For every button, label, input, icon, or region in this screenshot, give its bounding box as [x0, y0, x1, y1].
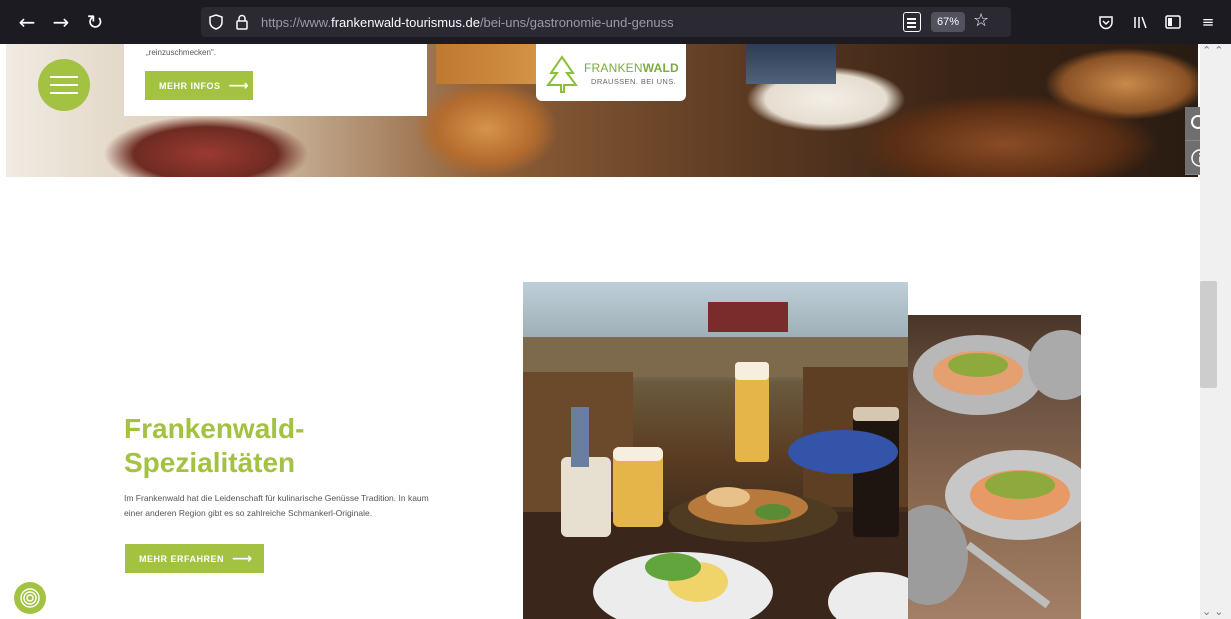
reload-button[interactable]: ↻ — [78, 5, 112, 39]
food-photo-beer-garden — [523, 282, 908, 619]
app-menu-button[interactable]: ≡ — [1193, 7, 1223, 37]
mehr-erfahren-label: MEHR ERFAHREN — [139, 553, 225, 564]
scroll-thumb[interactable] — [1200, 281, 1217, 388]
hamburger-icon — [50, 76, 78, 78]
forward-button[interactable]: → — [44, 5, 78, 39]
arrow-right-icon: ⟶ — [232, 550, 253, 567]
library-button[interactable] — [1125, 7, 1155, 37]
hero-card-text: „reinzuschmecken". — [146, 48, 216, 57]
food-photo-illustration — [908, 330, 1081, 609]
page-scrollbar[interactable]: ⌃⌃ ⌄⌄ — [1200, 44, 1231, 619]
url-domain: frankenwald-tourismus.de — [331, 14, 480, 30]
web-page: „reinzuschmecken". MEHR INFOS ⟶ FRANKENWA… — [0, 44, 1231, 619]
scroll-up-icon[interactable]: ⌃⌃ — [1202, 44, 1230, 57]
shield-icon[interactable] — [205, 11, 227, 33]
sidebar-button[interactable] — [1158, 7, 1188, 37]
section-body: Im Frankenwald hat die Leidenschaft für … — [124, 493, 429, 518]
food-photo-fish-spoons — [908, 315, 1081, 619]
hamburger-icon: ≡ — [1201, 13, 1215, 31]
tree-logo-icon — [546, 55, 578, 93]
arrow-right-icon: ⟶ — [228, 77, 250, 94]
pocket-button[interactable] — [1091, 7, 1121, 37]
arrow-left-icon: ← — [18, 10, 36, 34]
reader-icon[interactable] — [903, 12, 921, 32]
logo-name-light: FRANKEN — [584, 61, 643, 75]
reload-icon: ↻ — [86, 10, 104, 34]
logo-tagline: DRAUSSEN. BEI UNS. — [591, 77, 677, 86]
fingerprint-icon — [20, 588, 40, 608]
mehr-erfahren-button[interactable]: MEHR ERFAHREN ⟶ — [125, 544, 264, 573]
privacy-settings-button[interactable] — [14, 582, 46, 614]
url-text[interactable]: https://www.frankenwald-tourismus.de/bei… — [261, 15, 674, 30]
zoom-badge[interactable]: 67% — [931, 12, 966, 32]
sidebar-icon — [1165, 15, 1181, 29]
back-button[interactable]: ← — [10, 5, 44, 39]
lock-icon[interactable] — [231, 11, 253, 33]
food-photo-illustration — [523, 302, 908, 619]
logo-name-bold: WALD — [642, 61, 679, 75]
url-path: /bei-uns/gastronomie-und-genuss — [479, 14, 674, 30]
browser-toolbar: ← → ↻ https://www.frankenwald-tourismus.… — [0, 0, 1231, 44]
site-logo[interactable]: FRANKENWALD DRAUSSEN. BEI UNS. — [536, 44, 686, 101]
scroll-down-icon[interactable]: ⌄⌄ — [1202, 605, 1230, 618]
star-icon[interactable]: ☆ — [973, 10, 989, 31]
mehr-infos-label: MEHR INFOS — [159, 80, 221, 91]
library-icon — [1134, 16, 1147, 28]
pocket-icon — [1099, 15, 1113, 29]
mehr-infos-button[interactable]: MEHR INFOS ⟶ — [145, 71, 253, 100]
url-bar[interactable]: https://www.frankenwald-tourismus.de/bei… — [201, 7, 1011, 37]
section-heading: Frankenwald-Spezialitäten — [124, 413, 305, 478]
hero-image-detail — [746, 44, 836, 84]
site-menu-button[interactable] — [38, 59, 90, 111]
arrow-right-icon: → — [52, 10, 70, 34]
